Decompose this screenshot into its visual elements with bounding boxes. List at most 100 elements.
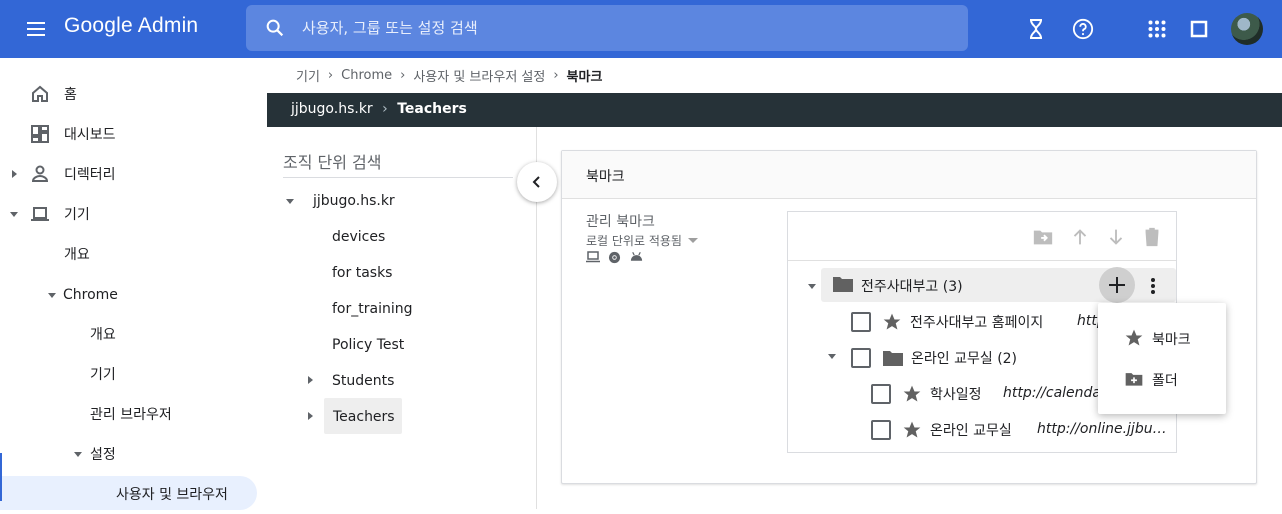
top-app-bar: Google Admin [0, 0, 1282, 58]
card-header: 북마크 [562, 151, 1256, 199]
bookmark-title[interactable]: 전주사대부고 홈페이지 [910, 312, 1043, 332]
chevron-right-icon: › [400, 68, 406, 83]
hourglass-icon[interactable] [1024, 17, 1048, 41]
collapse-caret-icon[interactable] [74, 452, 82, 457]
sidebar-item-label: 개요 [64, 247, 90, 263]
arrow-up-icon[interactable] [1069, 226, 1091, 248]
sidebar-item-label: 기기 [64, 207, 90, 223]
bookmark-checkbox[interactable] [871, 420, 891, 440]
org-item[interactable]: Students [332, 373, 394, 389]
collapse-panel-button[interactable] [517, 162, 557, 202]
subfolder-name[interactable]: 온라인 교무실 (2) [911, 348, 1017, 368]
sidebar-item-chrome[interactable]: Chrome [0, 275, 266, 315]
org-unit-path: jjbugo.hs.kr › Teachers [291, 101, 467, 117]
menu-item-add-bookmark[interactable]: 북마크 [1098, 318, 1226, 358]
tree-toolbar [788, 212, 1176, 261]
move-to-folder-icon[interactable] [1032, 226, 1054, 248]
sidebar-item-devices-overview[interactable]: 개요 [0, 234, 266, 274]
window-icon[interactable] [1187, 17, 1211, 41]
org-item[interactable]: for tasks [332, 265, 392, 281]
bookmark-url: http://online.jjbu… [1037, 421, 1167, 437]
breadcrumb-link[interactable]: 사용자 및 브라우저 설정 [413, 66, 545, 85]
sidebar-item-users-browsers[interactable]: 사용자 및 브라우저 [0, 474, 266, 514]
main-menu-button[interactable] [24, 17, 48, 41]
search-input[interactable] [302, 13, 902, 43]
folder-name[interactable]: 전주사대부고 (3) [861, 276, 963, 296]
org-item-root[interactable]: jjbugo.hs.kr [313, 193, 395, 209]
help-icon[interactable] [1071, 17, 1095, 41]
org-root-link[interactable]: jjbugo.hs.kr [291, 101, 373, 117]
org-search-input[interactable]: 조직 단위 검색 [283, 149, 513, 178]
breadcrumb-current: 북마크 [566, 70, 603, 85]
chevron-right-icon: › [327, 68, 334, 83]
user-avatar[interactable] [1231, 13, 1263, 45]
breadcrumb: 기기 › Chrome › 사용자 및 브라우저 설정 › 북마크 [296, 66, 602, 85]
chevron-right-icon: › [553, 68, 559, 83]
android-icon [630, 252, 643, 261]
app-logo[interactable]: Google Admin [64, 14, 198, 38]
delete-icon[interactable] [1141, 226, 1163, 248]
bookmark-title[interactable]: 학사일정 [930, 384, 982, 404]
org-item[interactable]: for_training [332, 301, 413, 317]
folder-checkbox[interactable] [851, 348, 871, 368]
folder-icon [833, 277, 853, 292]
sidebar-item-dashboard[interactable]: 대시보드 [0, 114, 266, 154]
breadcrumb-link[interactable]: 기기 [296, 66, 320, 85]
bookmark-checkbox[interactable] [851, 312, 871, 332]
platform-icons [586, 251, 644, 264]
sidebar-item-devices[interactable]: 기기 [0, 194, 266, 234]
expand-caret-icon[interactable] [308, 376, 313, 384]
breadcrumb-link[interactable]: Chrome [341, 68, 392, 83]
menu-item-add-folder[interactable]: 폴더 [1098, 359, 1226, 399]
bookmark-checkbox[interactable] [871, 384, 891, 404]
apps-grid-icon[interactable] [1145, 17, 1169, 41]
devices-icon [31, 207, 49, 221]
star-icon [1125, 329, 1143, 346]
bookmark-title[interactable]: 온라인 교무실 [930, 420, 1012, 440]
more-vert-icon[interactable] [1145, 276, 1161, 296]
star-icon [903, 385, 921, 402]
sidebar-item-settings[interactable]: 설정 [0, 434, 266, 474]
org-item-selected[interactable]: Teachers [333, 409, 395, 425]
sidebar-item-home[interactable]: 홈 [0, 74, 266, 114]
home-icon [32, 85, 48, 102]
sidebar-item-label: 대시보드 [64, 127, 116, 143]
arrow-down-icon[interactable] [1105, 226, 1127, 248]
setting-scope[interactable]: 로컬 단위로 적용됨 [586, 232, 698, 249]
add-button[interactable] [1099, 267, 1135, 303]
sidebar-item-label: 사용자 및 브라우저 [116, 487, 228, 503]
expand-caret-icon[interactable] [308, 412, 313, 420]
sidebar: 홈 대시보드 디렉터리 기기 개요 Chrome 개요 기기 관리 브라우저 설… [0, 58, 266, 510]
star-icon [883, 313, 901, 330]
add-menu: 북마크 폴더 [1098, 303, 1226, 414]
laptop-icon [586, 251, 600, 263]
expand-caret-icon[interactable] [12, 170, 17, 178]
folder-icon [883, 351, 903, 366]
sidebar-item-directory[interactable]: 디렉터리 [0, 154, 266, 194]
dropdown-arrow-icon [687, 238, 698, 243]
sidebar-item-label: 설정 [90, 447, 116, 463]
plus-icon [1109, 277, 1125, 293]
org-item[interactable]: devices [332, 229, 385, 245]
sidebar-item-chrome-overview[interactable]: 개요 [0, 314, 266, 354]
collapse-caret-icon[interactable] [828, 354, 836, 359]
sidebar-item-label: 개요 [90, 327, 116, 343]
collapse-caret-icon[interactable] [808, 284, 816, 289]
collapse-caret-icon[interactable] [286, 199, 294, 204]
org-unit-bar: jjbugo.hs.kr › Teachers [267, 93, 1282, 127]
card-title: 북마크 [586, 169, 625, 185]
sidebar-item-label: 홈 [64, 87, 77, 103]
org-item[interactable]: Policy Test [332, 337, 404, 353]
chevron-right-icon: › [382, 101, 388, 117]
collapse-caret-icon[interactable] [48, 293, 56, 298]
sidebar-item-label: 디렉터리 [64, 167, 116, 183]
sidebar-item-managed-browsers[interactable]: 관리 브라우저 [0, 394, 266, 434]
search-icon [266, 19, 284, 37]
sidebar-item-label: 기기 [90, 367, 116, 383]
sidebar-item-label: 관리 브라우저 [90, 407, 172, 423]
dashboard-icon [31, 125, 49, 143]
search-bar[interactable] [246, 5, 968, 51]
collapse-caret-icon[interactable] [10, 212, 18, 217]
create-folder-icon [1125, 373, 1143, 386]
sidebar-item-chrome-devices[interactable]: 기기 [0, 354, 266, 394]
